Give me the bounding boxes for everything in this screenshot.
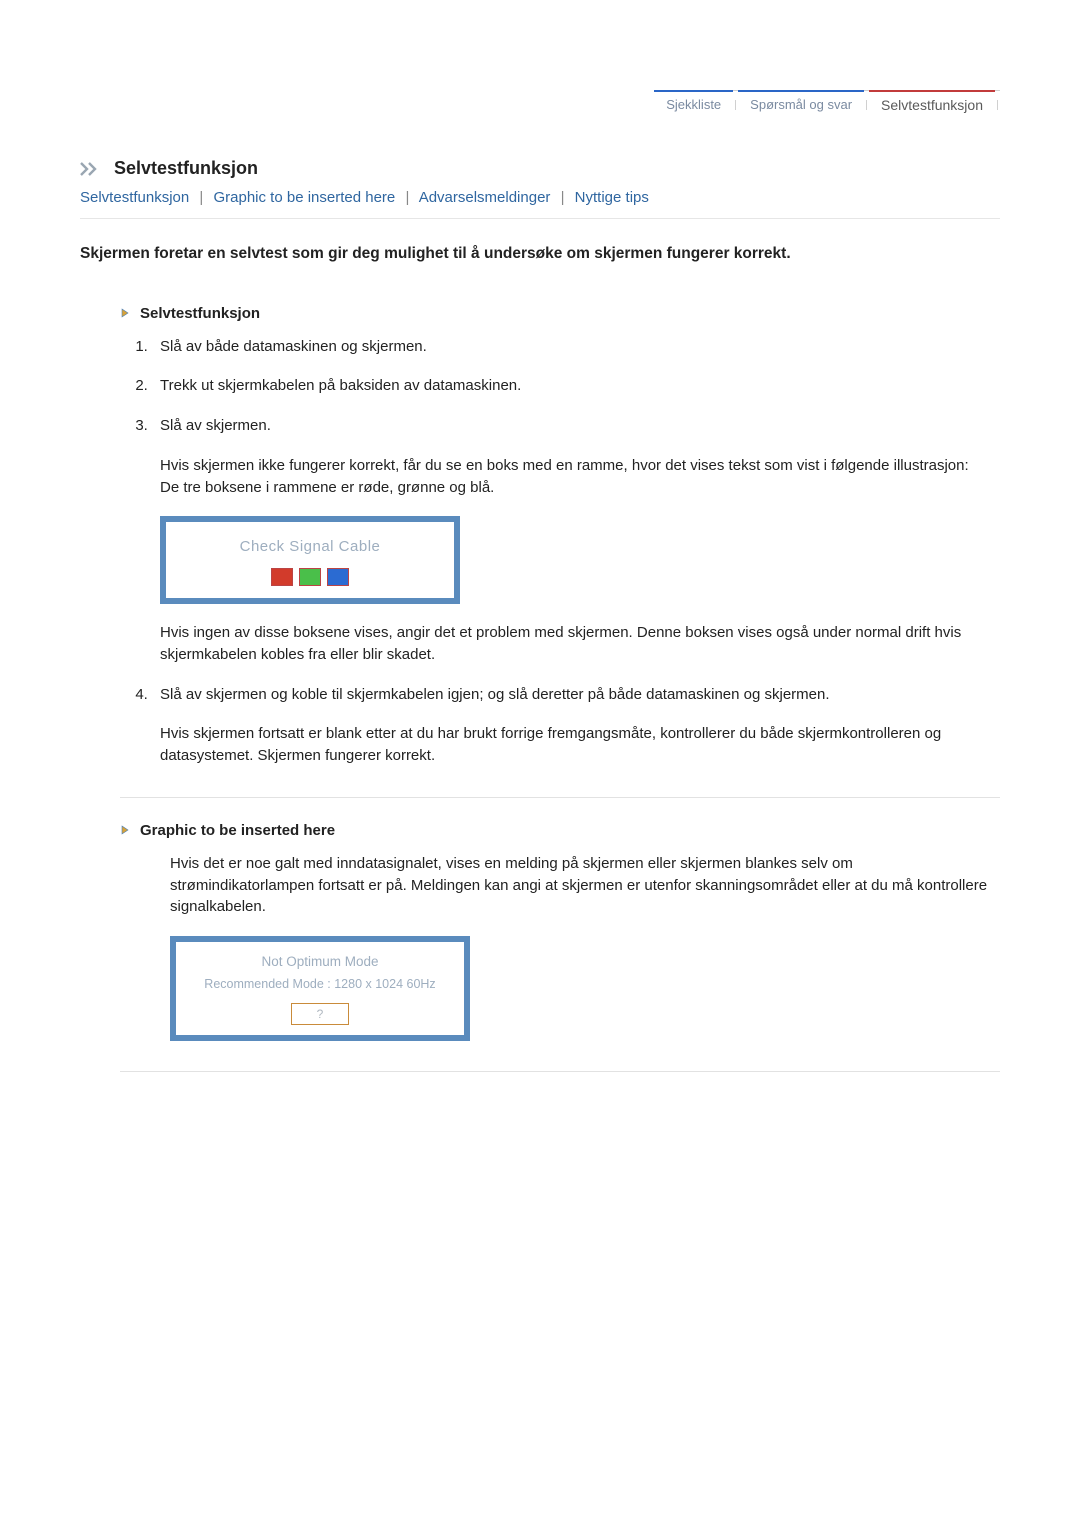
swatch-red bbox=[271, 568, 293, 586]
steps-list: Slå av både datamaskinen og skjermen. Tr… bbox=[152, 336, 1000, 767]
step-para: De tre boksene i rammene er røde, grønne… bbox=[160, 477, 1000, 499]
step-para: Hvis skjermen ikke fungerer korrekt, får… bbox=[160, 455, 1000, 477]
step-para: Hvis ingen av disse boksene vises, angir… bbox=[160, 622, 1000, 666]
monitor-screen: Not Optimum Mode Recommended Mode : 1280… bbox=[176, 942, 464, 1035]
anchor-nyttige[interactable]: Nyttige tips bbox=[575, 189, 649, 206]
tab-separator bbox=[735, 100, 736, 110]
subheading-graphic: Graphic to be inserted here bbox=[120, 822, 1000, 839]
step-3: Slå av skjermen. Hvis skjermen ikke fung… bbox=[152, 415, 1000, 666]
tab-accent bbox=[869, 90, 995, 92]
monitor-ok-button: ? bbox=[291, 1003, 349, 1025]
tab-accent bbox=[654, 90, 733, 92]
topnav-container: Sjekkliste Spørsmål og svar Selvtestfunk… bbox=[80, 90, 1000, 118]
swatch-blue bbox=[327, 568, 349, 586]
step-text: Slå av både datamaskinen og skjermen. bbox=[160, 338, 427, 355]
subheading-selvtest: Selvtestfunksjon bbox=[120, 305, 1000, 322]
step-text: Slå av skjermen. bbox=[160, 417, 271, 434]
step-2: Trekk ut skjermkabelen på baksiden av da… bbox=[152, 375, 1000, 397]
step-para: Hvis skjermen fortsatt er blank etter at… bbox=[160, 723, 1000, 767]
monitor-illustration-1: Check Signal Cable bbox=[160, 516, 460, 604]
step-text: Trekk ut skjermkabelen på baksiden av da… bbox=[160, 377, 521, 394]
color-swatches bbox=[174, 568, 446, 586]
topnav: Sjekkliste Spørsmål og svar Selvtestfunk… bbox=[654, 90, 1000, 118]
double-arrow-icon bbox=[80, 161, 102, 177]
anchor-advarsel[interactable]: Advarselsmeldinger bbox=[419, 189, 551, 206]
divider bbox=[120, 1071, 1000, 1072]
section-title-row: Selvtestfunksjon bbox=[80, 158, 1000, 179]
mini-arrow-icon bbox=[120, 307, 132, 319]
page-title: Selvtestfunksjon bbox=[114, 158, 258, 179]
swatch-green bbox=[299, 568, 321, 586]
step-text: Slå av skjermen og koble til skjermkabel… bbox=[160, 686, 830, 703]
page: Sjekkliste Spørsmål og svar Selvtestfunk… bbox=[0, 0, 1080, 1176]
anchor-link-row: Selvtestfunksjon | Graphic to be inserte… bbox=[80, 189, 1000, 206]
subheading-label: Selvtestfunksjon bbox=[140, 305, 260, 322]
divider bbox=[120, 797, 1000, 798]
anchor-graphic[interactable]: Graphic to be inserted here bbox=[213, 189, 395, 206]
tab-separator bbox=[866, 100, 867, 110]
tab-separator bbox=[997, 100, 998, 110]
tab-sjekkliste[interactable]: Sjekkliste bbox=[654, 91, 733, 118]
separator: | bbox=[199, 189, 203, 206]
mini-arrow-icon bbox=[120, 824, 132, 836]
anchor-selvtest[interactable]: Selvtestfunksjon bbox=[80, 189, 189, 206]
monitor-message: Check Signal Cable bbox=[174, 536, 446, 558]
monitor-screen: Check Signal Cable bbox=[166, 522, 454, 598]
tab-accent bbox=[738, 90, 864, 92]
separator: | bbox=[561, 189, 565, 206]
step-4: Slå av skjermen og koble til skjermkabel… bbox=[152, 684, 1000, 767]
tab-selvtest[interactable]: Selvtestfunksjon bbox=[869, 91, 995, 118]
tab-sporsmal[interactable]: Spørsmål og svar bbox=[738, 91, 864, 118]
monitor-line-2: Recommended Mode : 1280 x 1024 60Hz bbox=[184, 975, 456, 993]
tab-label: Spørsmål og svar bbox=[750, 97, 852, 112]
subheading-label: Graphic to be inserted here bbox=[140, 822, 335, 839]
section2-para: Hvis det er noe galt med inndatasignalet… bbox=[170, 853, 1000, 918]
tab-label: Sjekkliste bbox=[666, 97, 721, 112]
tab-label: Selvtestfunksjon bbox=[881, 97, 983, 113]
divider bbox=[80, 218, 1000, 219]
monitor-illustration-2: Not Optimum Mode Recommended Mode : 1280… bbox=[170, 936, 470, 1041]
intro-text: Skjermen foretar en selvtest som gir deg… bbox=[80, 243, 1000, 265]
monitor2-wrap: Not Optimum Mode Recommended Mode : 1280… bbox=[170, 936, 1000, 1041]
monitor-line-1: Not Optimum Mode bbox=[184, 952, 456, 972]
separator: | bbox=[405, 189, 409, 206]
step-1: Slå av både datamaskinen og skjermen. bbox=[152, 336, 1000, 358]
